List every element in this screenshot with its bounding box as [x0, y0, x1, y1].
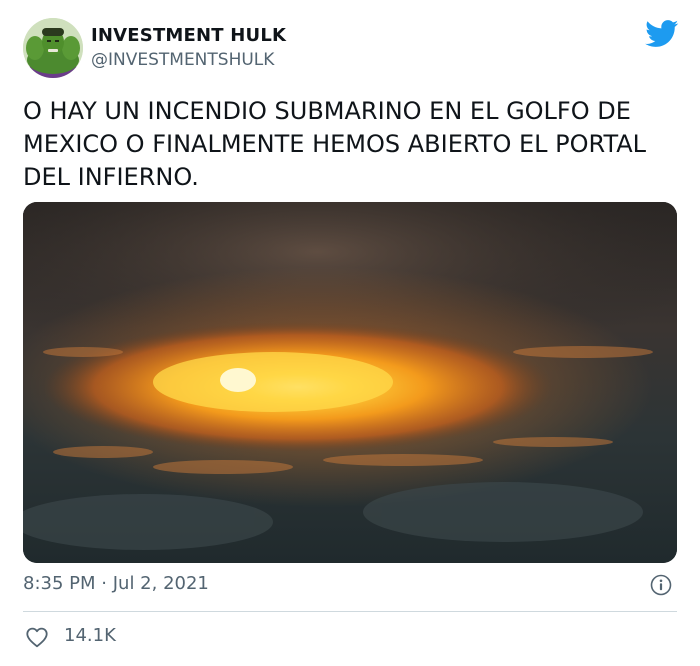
meta-separator: ·	[101, 573, 107, 594]
like-count[interactable]: 14.1K	[64, 625, 116, 646]
heart-icon[interactable]	[25, 626, 49, 648]
author-handle[interactable]: @INVESTMENTSHULK	[91, 50, 274, 70]
tweet-media-image[interactable]	[23, 202, 677, 563]
tweet-timestamp[interactable]: 8:35 PM · Jul 2, 2021	[23, 573, 209, 594]
twitter-bird-icon[interactable]	[645, 20, 679, 48]
avatar[interactable]	[23, 18, 83, 78]
hulk-avatar-image	[23, 18, 83, 78]
tweet-text: O HAY UN INCENDIO SUBMARINO EN EL GOLFO …	[23, 97, 647, 191]
tweet-card: INVESTMENT HULK @INVESTMENTSHULK O HAY U…	[0, 0, 700, 666]
author-name[interactable]: INVESTMENT HULK	[91, 25, 286, 46]
underwater-fire-photo	[23, 202, 677, 563]
tweet-time: 8:35 PM	[23, 573, 96, 594]
divider	[23, 611, 677, 612]
tweet-date: Jul 2, 2021	[112, 573, 209, 594]
info-icon[interactable]	[650, 574, 672, 596]
